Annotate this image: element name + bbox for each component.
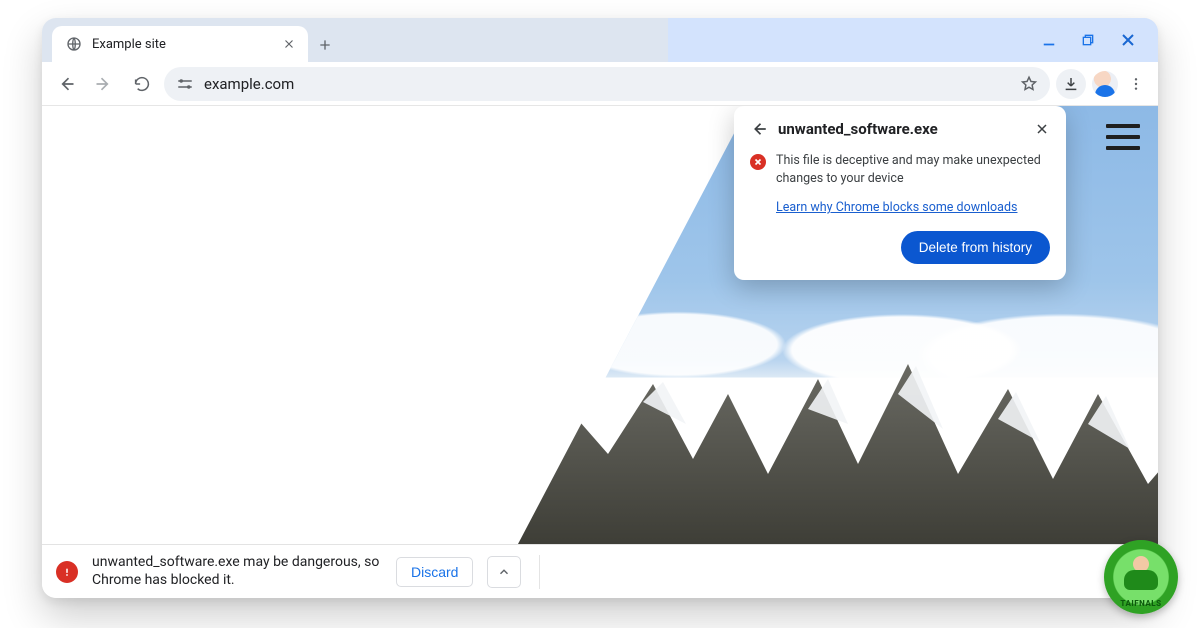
downloads-button[interactable] (1056, 69, 1086, 99)
site-menu-hamburger-icon[interactable] (1106, 124, 1140, 150)
error-badge-icon (750, 154, 766, 170)
popover-filename: unwanted_software.exe (778, 120, 1024, 138)
address-bar[interactable]: example.com (164, 67, 1050, 101)
address-bar-url: example.com (204, 75, 294, 93)
tab-title: Example site (92, 37, 272, 52)
delete-from-history-button[interactable]: Delete from history (901, 231, 1050, 264)
chrome-menu-button[interactable] (1124, 76, 1148, 92)
nav-back-button[interactable] (50, 68, 82, 100)
watermark-label: TAIFNALS (1104, 599, 1178, 608)
shelf-message: unwanted_software.exe may be dangerous, … (92, 554, 382, 589)
nav-forward-button (88, 68, 120, 100)
shelf-warning-icon (56, 561, 78, 583)
bookmark-star-icon[interactable] (1020, 75, 1038, 93)
window-close-icon[interactable] (1118, 30, 1138, 50)
profile-avatar[interactable] (1092, 71, 1118, 97)
window-minimize-icon[interactable] (1040, 31, 1058, 49)
toolbar: example.com (42, 62, 1158, 106)
window-restore-icon[interactable] (1080, 32, 1096, 48)
shelf-divider (539, 555, 540, 589)
tab-strip: Example site (42, 18, 1158, 62)
new-tab-button[interactable] (308, 28, 342, 62)
popover-learn-link[interactable]: Learn why Chrome blocks some downloads (776, 200, 1017, 215)
page-content: unwanted_software.exe This file is decep… (42, 106, 1158, 544)
popover-warning-text: This file is deceptive and may make unex… (776, 152, 1050, 188)
tab-active[interactable]: Example site (52, 26, 308, 62)
window-controls (1040, 18, 1152, 62)
tab-close-icon[interactable] (282, 37, 296, 51)
popover-back-icon[interactable] (750, 120, 768, 138)
browser-window: Example site (42, 18, 1158, 598)
site-settings-icon[interactable] (176, 77, 194, 91)
tab-favicon-globe-icon (66, 36, 82, 52)
shelf-more-button[interactable] (487, 556, 521, 588)
download-shelf: unwanted_software.exe may be dangerous, … (42, 544, 1158, 598)
watermark-badge: TAIFNALS (1104, 540, 1178, 614)
download-warning-popover: unwanted_software.exe This file is decep… (734, 106, 1066, 280)
popover-close-icon[interactable] (1034, 121, 1050, 137)
nav-reload-button[interactable] (126, 68, 158, 100)
shelf-discard-button[interactable]: Discard (396, 557, 473, 587)
